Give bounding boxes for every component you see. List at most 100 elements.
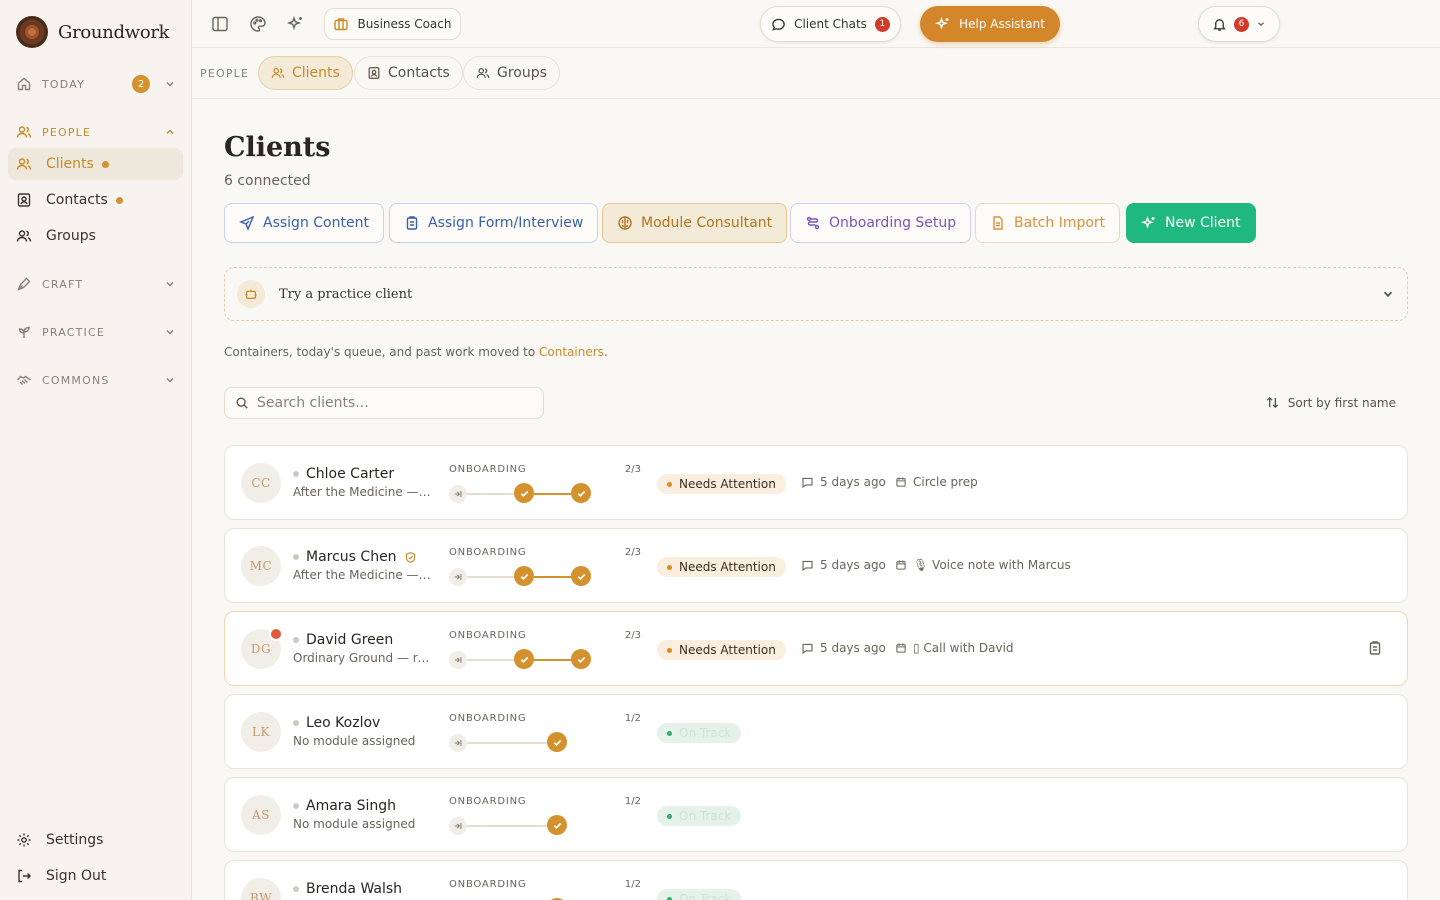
step-start-icon: [449, 568, 467, 586]
shield-icon: [405, 551, 415, 563]
client-name[interactable]: David Green: [293, 632, 393, 648]
contact-card-icon: [17, 193, 31, 207]
client-row[interactable]: DG David Green Ordinary Ground — rhyt... ON…: [224, 611, 1408, 686]
sidebar-item-contacts[interactable]: Contacts: [8, 184, 183, 216]
next-session-text: Circle prep: [913, 475, 978, 489]
chevron-down-icon: [1383, 291, 1393, 297]
client-name[interactable]: Brenda Walsh: [293, 881, 402, 897]
notifications-button[interactable]: 6: [1198, 6, 1280, 42]
group-icon: [16, 230, 32, 242]
client-name[interactable]: Chloe Carter: [293, 466, 394, 482]
onboarding-setup-button[interactable]: Onboarding Setup: [790, 203, 972, 243]
onboarding-progress: 2/3: [624, 464, 641, 475]
next-session[interactable]: ▯ Call with David: [895, 641, 1014, 655]
palette-icon[interactable]: [248, 14, 268, 34]
tab-groups[interactable]: Groups: [463, 56, 560, 90]
client-row[interactable]: MC Marcus Chen After the Medicine — 3 ... O…: [224, 528, 1408, 603]
client-chats-label: Client Chats: [794, 17, 867, 31]
step-complete-icon: [547, 815, 567, 835]
status-dot: [667, 647, 672, 653]
sparkle-icon: [1141, 215, 1155, 229]
sign-out-button[interactable]: Sign Out: [8, 860, 184, 892]
client-chats-button[interactable]: Client Chats 1: [760, 6, 901, 42]
chevron-down-icon: [166, 81, 174, 87]
context-selector[interactable]: Business Coach: [324, 8, 461, 40]
sidebar-toggle-icon[interactable]: [210, 14, 230, 34]
tab-clients[interactable]: Clients: [258, 56, 353, 90]
status-badge: On Track: [657, 723, 742, 743]
nav-section-practice[interactable]: PRACTICE: [8, 316, 184, 348]
tab-label: Groups: [497, 65, 547, 81]
next-session[interactable]: Circle prep: [895, 475, 978, 489]
sub-nav: PEOPLE Clients Contacts Groups: [192, 48, 1440, 99]
onboarding-label: ONBOARDING: [449, 630, 527, 641]
step-start-icon: [449, 817, 467, 835]
step-start-icon: [449, 651, 467, 669]
onboarding-label: ONBOARDING: [449, 713, 527, 724]
next-session-text: 🎙 Voice note with Marcus: [913, 558, 1071, 572]
onboarding-progress: 1/2: [624, 713, 641, 724]
step-complete-icon: [547, 732, 567, 752]
briefcase-icon: [334, 18, 349, 31]
settings-button[interactable]: Settings: [8, 824, 184, 856]
step-start-icon: [449, 485, 467, 503]
help-assistant-button[interactable]: Help Assistant: [920, 6, 1060, 42]
client-row[interactable]: LK Leo Kozlov No module assigned ONBOARDING…: [224, 694, 1408, 769]
brand[interactable]: Groundwork: [16, 16, 170, 48]
onboarding-progress: 2/3: [624, 547, 641, 558]
client-chats-count: 1: [874, 16, 890, 32]
containers-note: Containers, today's queue, and past work…: [224, 345, 608, 359]
client-module: No module assigned: [293, 734, 416, 748]
search-placeholder: Search clients...: [257, 395, 369, 411]
nav-section-commons[interactable]: COMMONS: [8, 364, 184, 396]
assign-content-button[interactable]: Assign Content: [224, 203, 384, 243]
nav-section-craft[interactable]: CRAFT: [8, 268, 184, 300]
clipboard-icon[interactable]: [1367, 640, 1383, 656]
avatar: DG: [241, 627, 283, 669]
avatar-initials: CC: [251, 476, 271, 490]
client-row[interactable]: CC Chloe Carter After the Medicine — 3 ...…: [224, 445, 1408, 520]
module-consultant-button[interactable]: Module Consultant: [602, 203, 788, 243]
nav-section-people[interactable]: PEOPLE: [8, 116, 184, 148]
group-icon: [476, 68, 490, 78]
containers-link[interactable]: Containers: [539, 345, 604, 359]
step-complete-icon: [514, 483, 534, 503]
sort-button[interactable]: Sort by first name: [1265, 395, 1396, 410]
search-clients-input[interactable]: Search clients...: [224, 387, 544, 419]
batch-import-button[interactable]: Batch Import: [975, 203, 1121, 243]
sparkle-icon[interactable]: [286, 14, 306, 34]
onboarding-label: ONBOARDING: [449, 796, 527, 807]
client-name-text: Chloe Carter: [306, 466, 395, 482]
onboarding-label: ONBOARDING: [449, 464, 527, 475]
sidebar-item-groups[interactable]: Groups: [8, 220, 183, 252]
tab-contacts[interactable]: Contacts: [354, 56, 463, 90]
assign-form-label: Assign Form/Interview: [428, 215, 584, 231]
client-name[interactable]: Amara Singh: [293, 798, 396, 814]
today-count-badge: 2: [132, 75, 150, 93]
status-dot: [667, 481, 672, 487]
new-client-button[interactable]: New Client: [1126, 203, 1256, 243]
batch-import-label: Batch Import: [1014, 215, 1106, 231]
unread-dot: [115, 196, 123, 204]
workflow-icon: [806, 216, 820, 230]
main-content: Clients 6 connected Assign Content Assig…: [192, 99, 1440, 900]
sidebar-item-clients[interactable]: Clients: [8, 148, 183, 180]
client-row[interactable]: AS Amara Singh No module assigned ONBOARDIN…: [224, 777, 1408, 852]
status-badge: Needs Attention: [657, 474, 786, 494]
onboarding-progress: 1/2: [624, 879, 641, 890]
client-module: After the Medicine — 3 ...: [293, 568, 433, 582]
client-row[interactable]: BW Brenda Walsh ONBOARDING 1/2 On Track: [224, 860, 1408, 900]
nav-section-today[interactable]: TODAY 2: [8, 68, 184, 100]
presence-dot: [293, 637, 299, 643]
client-name[interactable]: Leo Kozlov: [293, 715, 380, 731]
status-text: Needs Attention: [679, 643, 776, 657]
client-name[interactable]: Marcus Chen: [293, 549, 417, 565]
status-text: On Track: [679, 809, 732, 823]
assign-form-button[interactable]: Assign Form/Interview: [389, 203, 599, 243]
practice-client-panel[interactable]: Try a practice client: [224, 267, 1408, 321]
pen-tool-icon: [17, 277, 31, 291]
settings-label: Settings: [46, 832, 104, 848]
clipboard-icon: [406, 216, 418, 230]
sidebar-item-label: Contacts: [46, 192, 108, 208]
next-session[interactable]: 🎙 Voice note with Marcus: [895, 558, 1071, 572]
